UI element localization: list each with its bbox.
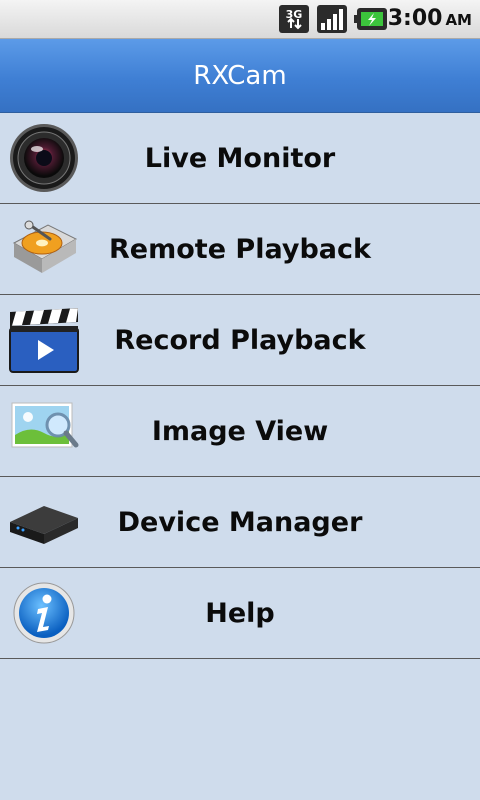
menu-item-live-monitor[interactable]: Live Monitor	[0, 113, 480, 204]
network-3g-icon: 3G	[278, 4, 310, 34]
image-magnifier-icon	[8, 395, 80, 467]
menu-item-label: Live Monitor	[144, 142, 336, 174]
app-title: RXCam	[193, 60, 287, 91]
app-title-bar: RXCam	[0, 39, 480, 113]
status-bar: 3G 3:00 AM	[0, 0, 480, 39]
menu-item-label: Record Playback	[114, 324, 366, 356]
menu-item-label: Help	[205, 597, 275, 629]
signal-icon	[316, 4, 348, 34]
clapperboard-icon	[8, 304, 80, 376]
main-menu: Live Monitor Remote Playback Record Play…	[0, 113, 480, 659]
info-icon	[8, 577, 80, 649]
menu-item-record-playback[interactable]: Record Playback	[0, 295, 480, 386]
menu-item-label: Remote Playback	[109, 233, 371, 265]
menu-item-help[interactable]: Help	[0, 568, 480, 659]
menu-item-label: Device Manager	[117, 506, 363, 538]
clock: 3:00 AM	[387, 6, 472, 31]
menu-item-remote-playback[interactable]: Remote Playback	[0, 204, 480, 295]
battery-charging-icon	[354, 4, 388, 34]
dvr-box-icon	[8, 486, 80, 558]
menu-item-device-manager[interactable]: Device Manager	[0, 477, 480, 568]
camera-lens-icon	[8, 122, 80, 194]
menu-item-label: Image View	[151, 415, 329, 447]
menu-item-image-view[interactable]: Image View	[0, 386, 480, 477]
hard-drive-icon	[8, 213, 80, 285]
svg-text:3G: 3G	[286, 8, 303, 21]
